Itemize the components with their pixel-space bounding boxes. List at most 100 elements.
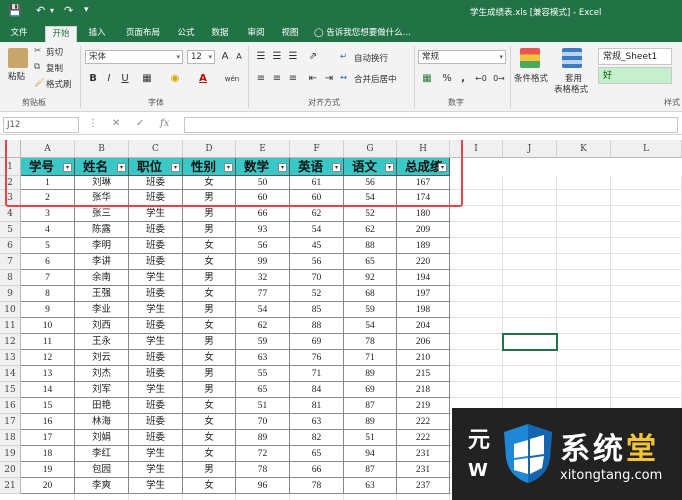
empty-cell[interactable] (183, 494, 236, 500)
empty-cell[interactable] (557, 222, 611, 238)
empty-cell[interactable] (611, 206, 682, 222)
align-top-icon[interactable]: ☰ (254, 50, 268, 64)
table-cell[interactable]: 68 (344, 286, 397, 302)
empty-cell[interactable] (450, 334, 503, 350)
empty-cell[interactable] (611, 318, 682, 334)
table-cell[interactable]: 班委 (129, 222, 183, 238)
table-cell[interactable]: 16 (21, 414, 75, 430)
empty-cell[interactable] (450, 270, 503, 286)
table-cell[interactable]: 197 (397, 286, 450, 302)
table-cell[interactable]: 72 (236, 446, 290, 462)
fill-color-icon[interactable]: ◉ (168, 72, 182, 86)
table-cell[interactable]: 93 (236, 222, 290, 238)
empty-cell[interactable] (75, 494, 129, 500)
table-cell[interactable]: 刘军 (75, 382, 129, 398)
table-cell[interactable]: 田艳 (75, 398, 129, 414)
quick-access-customize-icon[interactable]: ▾ (84, 5, 89, 15)
table-cell[interactable]: 78 (344, 334, 397, 350)
table-cell[interactable]: 刘云 (75, 350, 129, 366)
empty-cell[interactable] (236, 494, 290, 500)
table-cell[interactable]: 198 (397, 302, 450, 318)
table-cell[interactable]: 男 (183, 270, 236, 286)
increase-decimal-icon[interactable]: ←0 (474, 72, 488, 86)
table-cell[interactable]: 69 (344, 382, 397, 398)
table-cell[interactable]: 班委 (129, 238, 183, 254)
table-cell[interactable]: 12 (21, 350, 75, 366)
phonetic-icon[interactable]: wén (222, 72, 242, 86)
empty-cell[interactable] (557, 190, 611, 206)
table-cell[interactable]: 85 (290, 302, 344, 318)
table-cell[interactable]: 7 (21, 270, 75, 286)
empty-cell[interactable] (611, 190, 682, 206)
align-center-icon[interactable]: ≡ (270, 72, 284, 86)
table-cell[interactable]: 班委 (129, 318, 183, 334)
row-header-18[interactable]: 18 (0, 430, 21, 446)
font-color-icon[interactable]: A (196, 72, 210, 86)
table-cell[interactable]: 94 (344, 446, 397, 462)
enter-icon[interactable]: ✓ (136, 118, 144, 129)
empty-cell[interactable] (503, 270, 557, 286)
empty-cell[interactable] (557, 206, 611, 222)
table-cell[interactable]: 81 (290, 398, 344, 414)
empty-cell[interactable] (557, 176, 611, 190)
table-cell[interactable]: 63 (290, 414, 344, 430)
empty-cell[interactable] (557, 270, 611, 286)
table-cell[interactable]: 54 (236, 302, 290, 318)
increase-indent-icon[interactable]: ⇥ (322, 72, 336, 86)
table-cell[interactable]: 54 (344, 318, 397, 334)
font-name-select[interactable]: 宋体 ▾ (85, 50, 183, 64)
empty-cell[interactable] (611, 270, 682, 286)
table-cell[interactable]: 65 (290, 446, 344, 462)
table-cell[interactable]: 李业 (75, 302, 129, 318)
conditional-formatting-icon[interactable] (520, 48, 540, 68)
table-cell[interactable]: 62 (344, 222, 397, 238)
table-cell[interactable]: 班委 (129, 286, 183, 302)
empty-cell[interactable] (503, 286, 557, 302)
empty-cell[interactable] (503, 176, 557, 190)
table-cell[interactable]: 班委 (129, 350, 183, 366)
more-options-icon[interactable]: ⋮ (88, 118, 98, 129)
table-cell[interactable]: 219 (397, 398, 450, 414)
table-cell[interactable]: 194 (397, 270, 450, 286)
table-cell[interactable]: 89 (236, 430, 290, 446)
decrease-indent-icon[interactable]: ⇤ (306, 72, 320, 86)
table-cell[interactable]: 13 (21, 366, 75, 382)
table-cell[interactable]: 学生 (129, 270, 183, 286)
row-header-6[interactable]: 6 (0, 238, 21, 254)
table-cell[interactable]: 96 (236, 478, 290, 494)
empty-cell[interactable] (503, 254, 557, 270)
table-cell[interactable]: 62 (236, 318, 290, 334)
table-cell[interactable]: 学生 (129, 462, 183, 478)
table-cell[interactable]: 女 (183, 430, 236, 446)
table-cell[interactable]: 78 (290, 478, 344, 494)
table-cell[interactable]: 11 (21, 334, 75, 350)
table-cell[interactable]: 17 (21, 430, 75, 446)
empty-cell[interactable] (611, 334, 682, 350)
table-cell[interactable]: 男 (183, 222, 236, 238)
row-header-10[interactable]: 10 (0, 302, 21, 318)
italic-button[interactable]: I (102, 72, 116, 86)
table-cell[interactable]: 刘西 (75, 318, 129, 334)
table-cell[interactable]: 李讲 (75, 254, 129, 270)
table-cell[interactable]: 237 (397, 478, 450, 494)
table-cell[interactable]: 学生 (129, 334, 183, 350)
empty-cell[interactable] (611, 302, 682, 318)
format-painter-button[interactable]: 格式刷 (46, 78, 72, 90)
empty-cell[interactable] (503, 302, 557, 318)
table-cell[interactable]: 刘娟 (75, 430, 129, 446)
table-cell[interactable]: 班委 (129, 430, 183, 446)
table-cell[interactable]: 99 (236, 254, 290, 270)
table-cell[interactable]: 学生 (129, 302, 183, 318)
empty-cell[interactable] (557, 286, 611, 302)
table-cell[interactable]: 92 (344, 270, 397, 286)
empty-cell[interactable] (611, 222, 682, 238)
table-cell[interactable]: 女 (183, 414, 236, 430)
font-size-select[interactable]: 12 ▾ (187, 50, 215, 64)
format-as-table-button-line2[interactable]: 表格格式 (554, 83, 588, 95)
empty-cell[interactable] (450, 302, 503, 318)
empty-cell[interactable] (503, 222, 557, 238)
table-cell[interactable]: 5 (21, 238, 75, 254)
table-cell[interactable]: 66 (236, 206, 290, 222)
table-cell[interactable]: 76 (290, 350, 344, 366)
table-cell[interactable]: 18 (21, 446, 75, 462)
